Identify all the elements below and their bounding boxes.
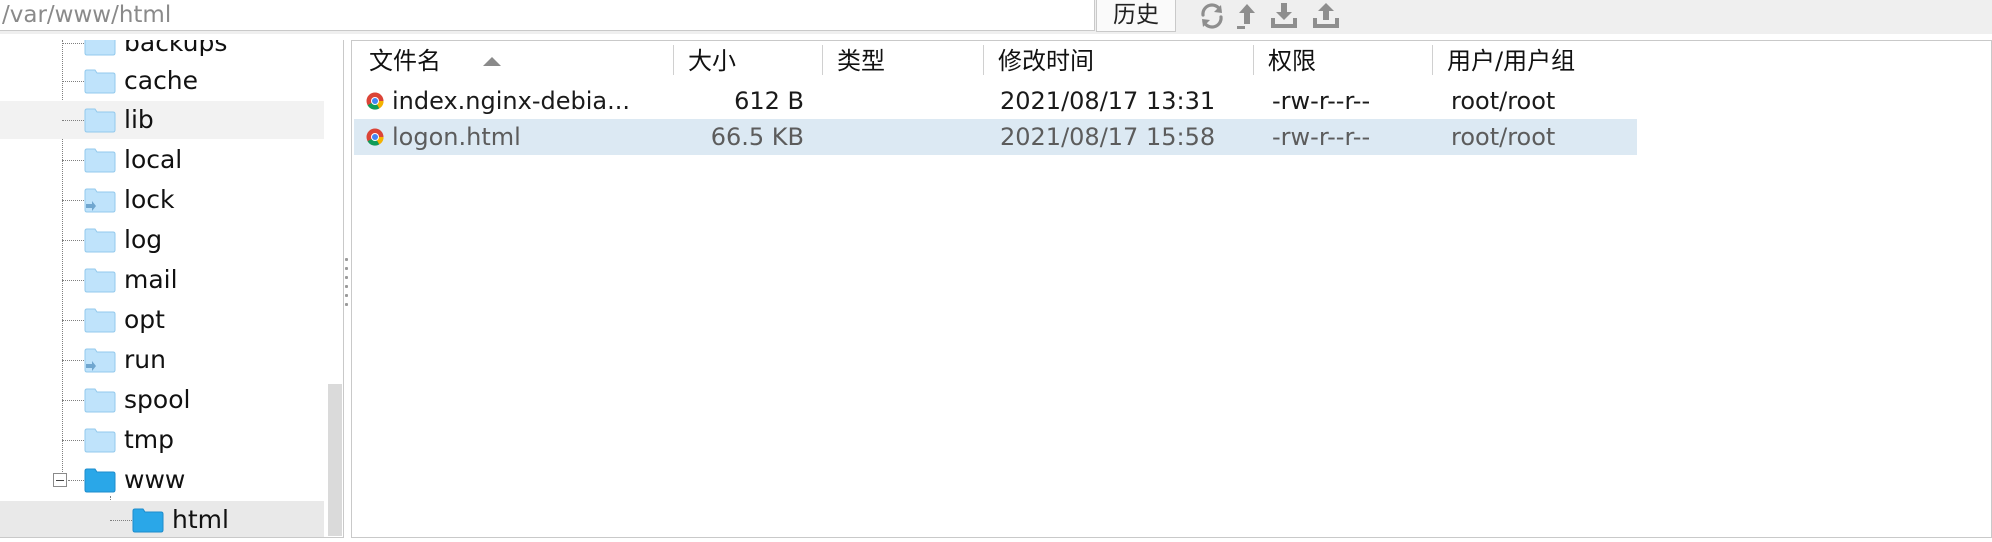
- chrome-html-file-icon: [366, 128, 384, 146]
- sort-ascending-icon: [483, 57, 501, 66]
- upload-icon[interactable]: [1310, 2, 1342, 30]
- tree-connector: [62, 240, 84, 241]
- download-icon[interactable]: [1268, 2, 1300, 30]
- tree-item-cache[interactable]: cache: [0, 62, 324, 100]
- file-permissions: -rw-r--r--: [1272, 123, 1371, 151]
- refresh-icon[interactable]: [1196, 2, 1228, 30]
- tree-item-run[interactable]: run: [0, 341, 324, 379]
- tree-connector: [62, 360, 84, 361]
- tree-connector: [62, 280, 84, 281]
- tree-item-backups[interactable]: backups: [0, 40, 324, 62]
- folder-icon: [84, 107, 116, 133]
- column-divider[interactable]: [822, 45, 823, 75]
- history-button[interactable]: 历史: [1096, 0, 1176, 32]
- link-folder-icon: [84, 187, 116, 213]
- folder-tree: backups cache lib local lock log mail op…: [0, 40, 344, 538]
- tree-item-label: www: [124, 465, 186, 494]
- folder-icon: [84, 427, 116, 453]
- file-size: 66.5 KB: [710, 123, 804, 151]
- file-name: logon.html: [392, 123, 521, 151]
- column-header-permissions[interactable]: 权限: [1268, 43, 1316, 79]
- file-row-selected[interactable]: logon.html 66.5 KB 2021/08/17 15:58 -rw-…: [354, 119, 1637, 155]
- column-divider[interactable]: [983, 45, 984, 75]
- column-divider[interactable]: [1432, 45, 1433, 75]
- file-list: 文件名 大小 类型 修改时间 权限 用户/用户组 index.nginx-deb…: [351, 40, 1992, 538]
- tree-item-www[interactable]: www: [0, 461, 324, 499]
- tree-item-label: mail: [124, 265, 178, 294]
- tree-item-label: lock: [124, 185, 175, 214]
- file-modified: 2021/08/17 15:58: [1000, 123, 1216, 151]
- tree-item-label: spool: [124, 385, 191, 414]
- column-header-owner[interactable]: 用户/用户组: [1447, 43, 1575, 79]
- file-modified: 2021/08/17 13:31: [1000, 87, 1216, 115]
- file-owner: root/root: [1451, 87, 1556, 115]
- tree-item-opt[interactable]: opt: [0, 301, 324, 339]
- tree-item-label: backups: [124, 40, 228, 57]
- tree-scrollbar[interactable]: [328, 384, 342, 536]
- folder-icon: [84, 227, 116, 253]
- pane-splitter-handle[interactable]: [345, 258, 349, 316]
- tree-item-lib[interactable]: lib: [0, 101, 324, 139]
- folder-icon: [84, 267, 116, 293]
- tree-connector: [62, 43, 84, 44]
- folder-icon: [84, 40, 116, 56]
- column-header-label: 文件名: [369, 47, 441, 75]
- tree-item-local[interactable]: local: [0, 141, 324, 179]
- tree-item-label: lib: [124, 105, 154, 134]
- column-header-type[interactable]: 类型: [837, 43, 885, 79]
- tree-connector: [62, 440, 84, 441]
- tree-connector: [62, 81, 84, 82]
- file-permissions: -rw-r--r--: [1272, 87, 1371, 115]
- tree-item-label: html: [172, 505, 229, 534]
- tree-connector: [62, 200, 84, 201]
- column-divider[interactable]: [673, 45, 674, 75]
- tree-connector: [62, 120, 84, 121]
- link-folder-icon: [84, 347, 116, 373]
- tree-item-label: cache: [124, 66, 199, 95]
- column-divider[interactable]: [1253, 45, 1254, 75]
- tree-item-label: log: [124, 225, 163, 254]
- file-size: 612 B: [734, 87, 804, 115]
- folder-icon: [84, 387, 116, 413]
- tree-connector: [62, 400, 84, 401]
- tree-item-spool[interactable]: spool: [0, 381, 324, 419]
- tree-item-log[interactable]: log: [0, 221, 324, 259]
- tree-connector: [62, 320, 84, 321]
- column-header-name[interactable]: 文件名: [369, 43, 669, 79]
- path-input[interactable]: /var/www/html: [0, 0, 1095, 31]
- tree-item-label: tmp: [124, 425, 175, 454]
- open-folder-icon: [132, 507, 164, 533]
- tree-connector: [110, 520, 132, 521]
- up-directory-icon[interactable]: [1234, 2, 1260, 30]
- file-row[interactable]: index.nginx-debia... 612 B 2021/08/17 13…: [354, 83, 1637, 119]
- tree-item-tmp[interactable]: tmp: [0, 421, 324, 459]
- tree-item-label: local: [124, 145, 183, 174]
- tree-item-label: run: [124, 345, 166, 374]
- chrome-html-file-icon: [366, 92, 384, 110]
- toolbar: /var/www/html 历史: [0, 0, 1992, 34]
- file-name: index.nginx-debia...: [392, 87, 630, 115]
- tree-connector: [68, 480, 84, 481]
- collapse-toggle-icon[interactable]: [53, 473, 67, 487]
- tree-connector: [62, 160, 84, 161]
- folder-icon: [84, 68, 116, 94]
- folder-icon: [84, 307, 116, 333]
- tree-item-lock[interactable]: lock: [0, 181, 324, 219]
- file-owner: root/root: [1451, 123, 1556, 151]
- column-header-modified[interactable]: 修改时间: [998, 43, 1094, 79]
- tree-item-mail[interactable]: mail: [0, 261, 324, 299]
- tree-item-html[interactable]: html: [0, 501, 324, 537]
- column-header-size[interactable]: 大小: [688, 43, 736, 79]
- open-folder-icon: [84, 467, 116, 493]
- tree-item-label: opt: [124, 305, 165, 334]
- folder-icon: [84, 147, 116, 173]
